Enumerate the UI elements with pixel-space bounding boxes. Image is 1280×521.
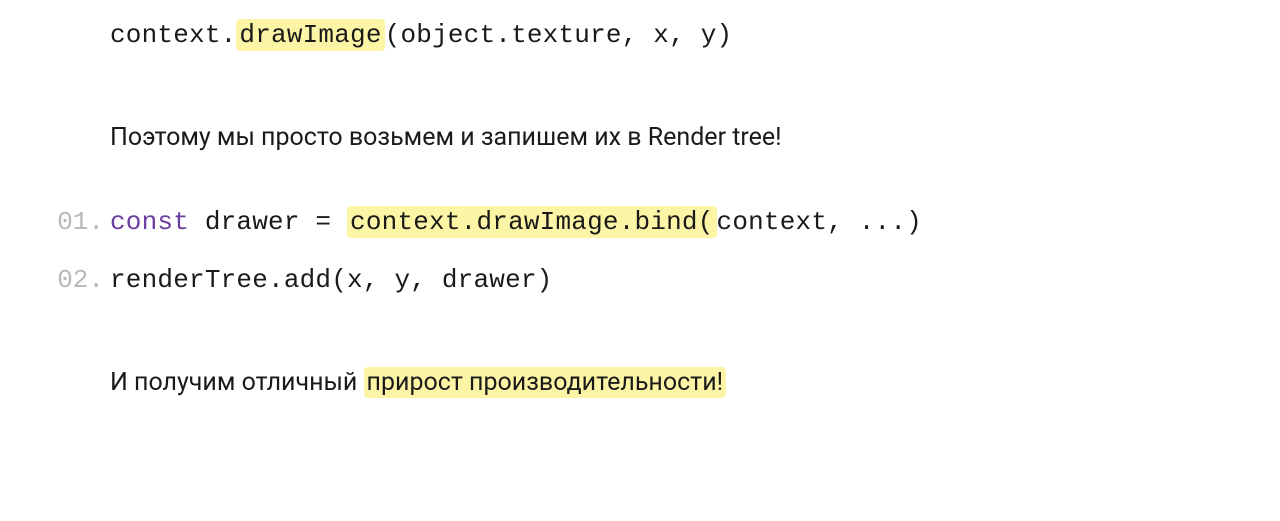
text-highlight: прирост производительности! <box>364 367 727 398</box>
code-text: (object.texture, x, y) <box>385 20 733 50</box>
paragraph-2: И получим отличный прирост производитель… <box>30 365 1250 400</box>
code-text: context. <box>110 20 236 50</box>
paragraph-text: Поэтому мы просто возьмем и запишем их в… <box>110 123 782 152</box>
code-line-1: 01. const drawer = context.drawImage.bin… <box>30 207 1250 237</box>
line-number: 01. <box>57 207 104 237</box>
paragraph-text: И получим отличный <box>110 368 364 397</box>
code-text: context, ...) <box>717 207 922 237</box>
code-line-2: 02. renderTree.add(x, y, drawer) <box>30 265 1250 295</box>
code-highlight: context.drawImage.bind( <box>347 206 716 238</box>
paragraph-1: Поэтому мы просто возьмем и запишем их в… <box>30 120 1250 155</box>
line-number: 02. <box>57 265 104 295</box>
code-highlight: drawImage <box>236 19 384 51</box>
code-text: drawer = <box>189 207 347 237</box>
code-keyword: const <box>110 207 189 237</box>
code-line-0: context.drawImage(object.texture, x, y) <box>30 20 1250 50</box>
code-text: renderTree.add(x, y, drawer) <box>110 265 552 295</box>
